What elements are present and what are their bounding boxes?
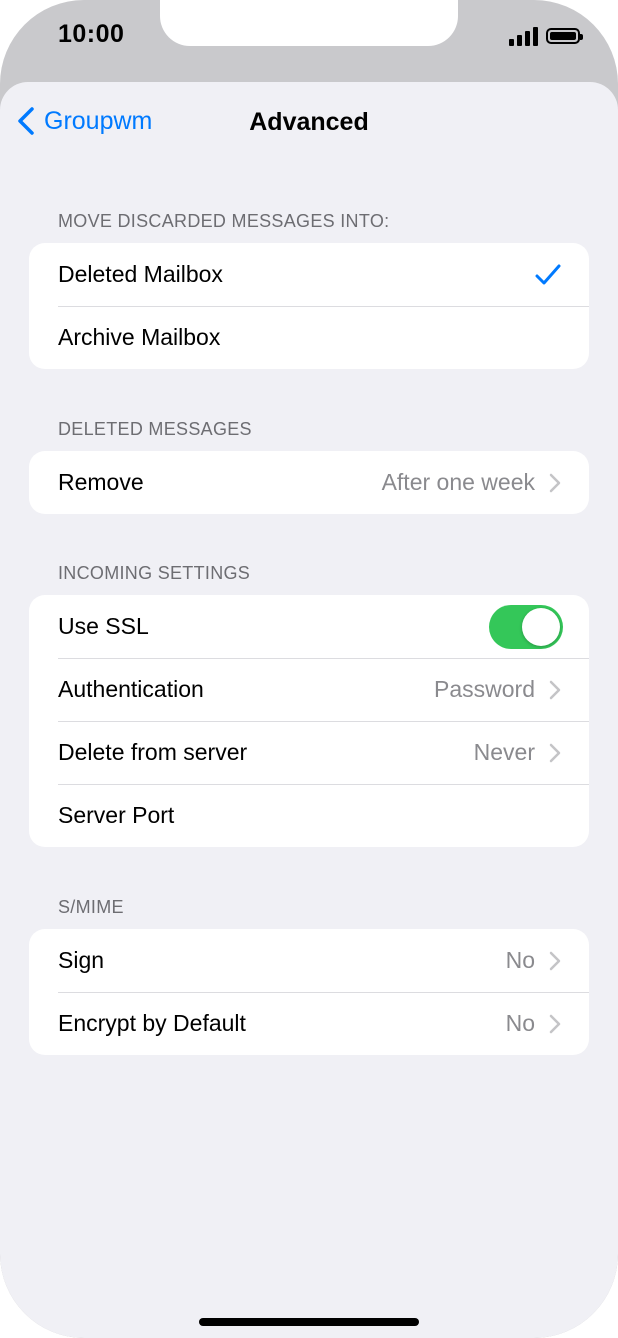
remove-label: Remove [58, 469, 144, 495]
delete-from-server-label: Delete from server [58, 739, 248, 765]
status-time: 10:00 [58, 20, 125, 48]
chevron-right-icon [549, 680, 561, 700]
navigation-bar: Groupwm Advanced [0, 90, 618, 156]
server-port-label: Server Port [58, 802, 175, 828]
use-ssl-toggle[interactable] [489, 604, 563, 649]
chevron-right-icon [549, 951, 561, 971]
remove-row[interactable]: Remove After one week [29, 451, 589, 514]
section-header-discarded: MOVE DISCARDED MESSAGES INTO: [58, 211, 390, 231]
delete-from-server-value: Never [473, 739, 535, 765]
incoming-group: Use SSL Authentication Password Delete f… [29, 595, 589, 847]
deleted-group: Remove After one week [29, 451, 589, 514]
remove-value: After one week [381, 469, 535, 495]
page-title: Advanced [249, 108, 369, 136]
phone: 10:00 Groupwm Advanced MOVE DISCARDED ME… [0, 0, 618, 1338]
encrypt-by-default-row[interactable]: Encrypt by Default No [29, 992, 589, 1055]
section-header-deleted: DELETED MESSAGES [58, 419, 252, 439]
option-label: Deleted Mailbox [58, 261, 223, 287]
encrypt-by-default-label: Encrypt by Default [58, 1010, 246, 1036]
authentication-value: Password [434, 676, 535, 702]
authentication-label: Authentication [58, 676, 204, 702]
smime-group: Sign No Encrypt by Default No [29, 929, 589, 1055]
section-header-smime: S/MIME [58, 897, 124, 917]
device-frame: 10:00 Groupwm Advanced MOVE DISCARDED ME… [0, 0, 618, 1338]
encrypt-by-default-value: No [505, 1010, 535, 1036]
toggle-knob [522, 607, 560, 646]
authentication-row[interactable]: Authentication Password [29, 658, 589, 721]
sign-label: Sign [58, 947, 105, 973]
sign-value: No [505, 947, 535, 973]
home-indicator[interactable] [199, 1318, 419, 1326]
option-deleted-mailbox[interactable]: Deleted Mailbox [29, 243, 589, 306]
sign-row[interactable]: Sign No [29, 929, 589, 992]
server-port-row[interactable]: Server Port [29, 784, 589, 847]
chevron-right-icon [549, 743, 561, 763]
notch [160, 0, 458, 46]
option-archive-mailbox[interactable]: Archive Mailbox [29, 306, 589, 369]
section-header-incoming: INCOMING SETTINGS [58, 563, 251, 583]
checkmark-icon [535, 264, 561, 286]
delete-from-server-row[interactable]: Delete from server Never [29, 721, 589, 784]
option-label: Archive Mailbox [58, 324, 221, 350]
chevron-right-icon [549, 1014, 561, 1034]
status-icons [509, 24, 583, 48]
chevron-right-icon [549, 473, 561, 493]
discarded-group: Deleted Mailbox Archive Mailbox [29, 243, 589, 369]
use-ssl-label: Use SSL [58, 613, 149, 639]
cellular-signal-icon [509, 26, 538, 46]
battery-icon [546, 28, 583, 44]
use-ssl-row: Use SSL [29, 595, 589, 658]
